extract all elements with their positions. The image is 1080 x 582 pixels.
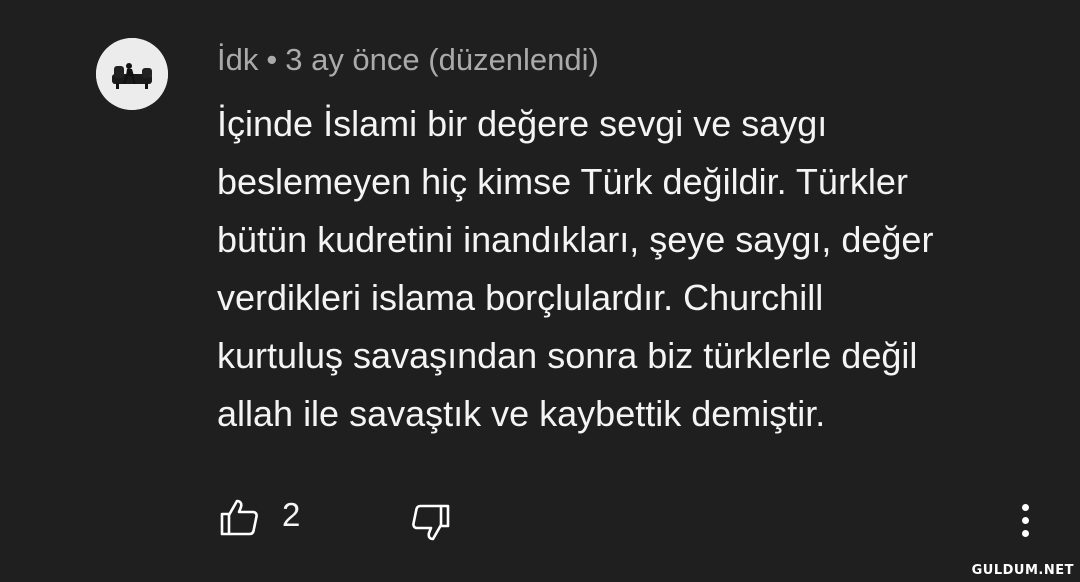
like-count: 2 bbox=[282, 496, 301, 533]
avatar[interactable] bbox=[96, 38, 168, 110]
dislike-button[interactable] bbox=[410, 502, 452, 544]
comment-meta: İdk • 3 ay önce (düzenlendi) bbox=[217, 40, 599, 80]
meta-separator: • bbox=[266, 42, 278, 77]
comment-actions: 2 bbox=[0, 490, 1080, 550]
like-button[interactable] bbox=[218, 496, 260, 538]
more-options-button[interactable] bbox=[1010, 496, 1040, 544]
author-name[interactable]: İdk bbox=[217, 42, 258, 77]
thumbs-up-icon bbox=[220, 499, 258, 536]
ellipsis-dot bbox=[1022, 517, 1029, 524]
comment-text: İçinde İslami bir değere sevgi ve saygı … bbox=[217, 103, 934, 434]
avatar-photo bbox=[96, 38, 168, 110]
thumbs-down-icon bbox=[412, 504, 450, 541]
ellipsis-dot bbox=[1022, 530, 1029, 537]
comment-card: İdk • 3 ay önce (düzenlendi) İçinde İslami… bbox=[0, 0, 1080, 582]
comment-timestamp: 3 ay önce (düzenlendi) bbox=[285, 42, 599, 77]
watermark: GULDUM.NET bbox=[971, 563, 1074, 578]
vertical-ellipsis-icon bbox=[1022, 504, 1029, 511]
